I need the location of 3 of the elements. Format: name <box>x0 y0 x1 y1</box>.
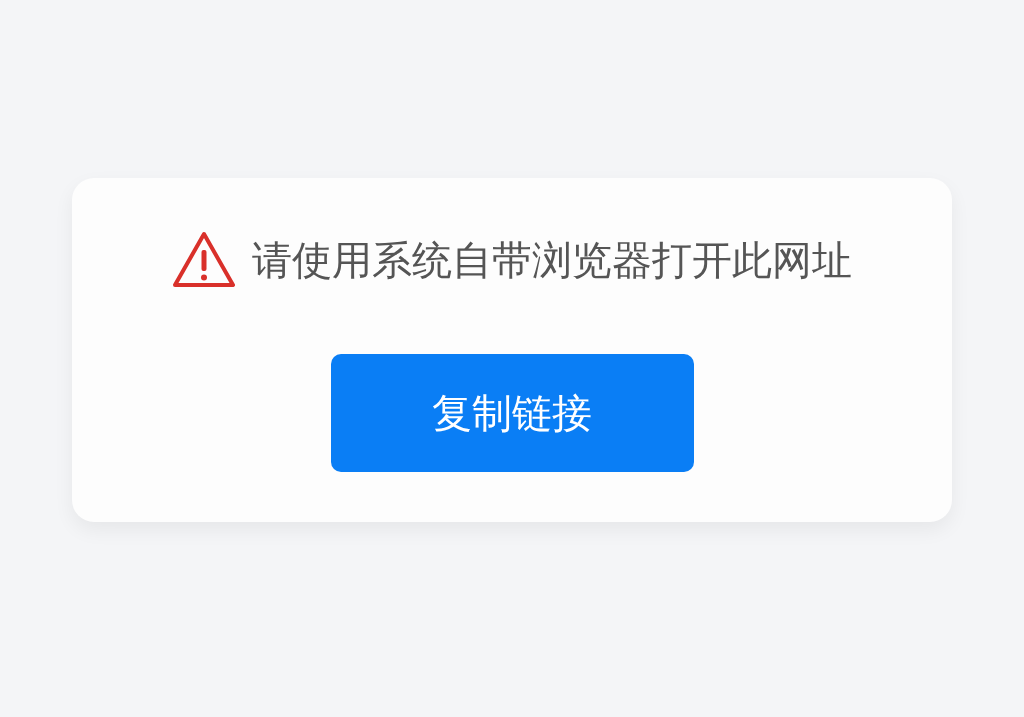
notice-message: 请使用系统自带浏览器打开此网址 <box>252 235 852 285</box>
copy-link-button[interactable]: 复制链接 <box>330 354 694 472</box>
warning-icon <box>172 230 236 290</box>
